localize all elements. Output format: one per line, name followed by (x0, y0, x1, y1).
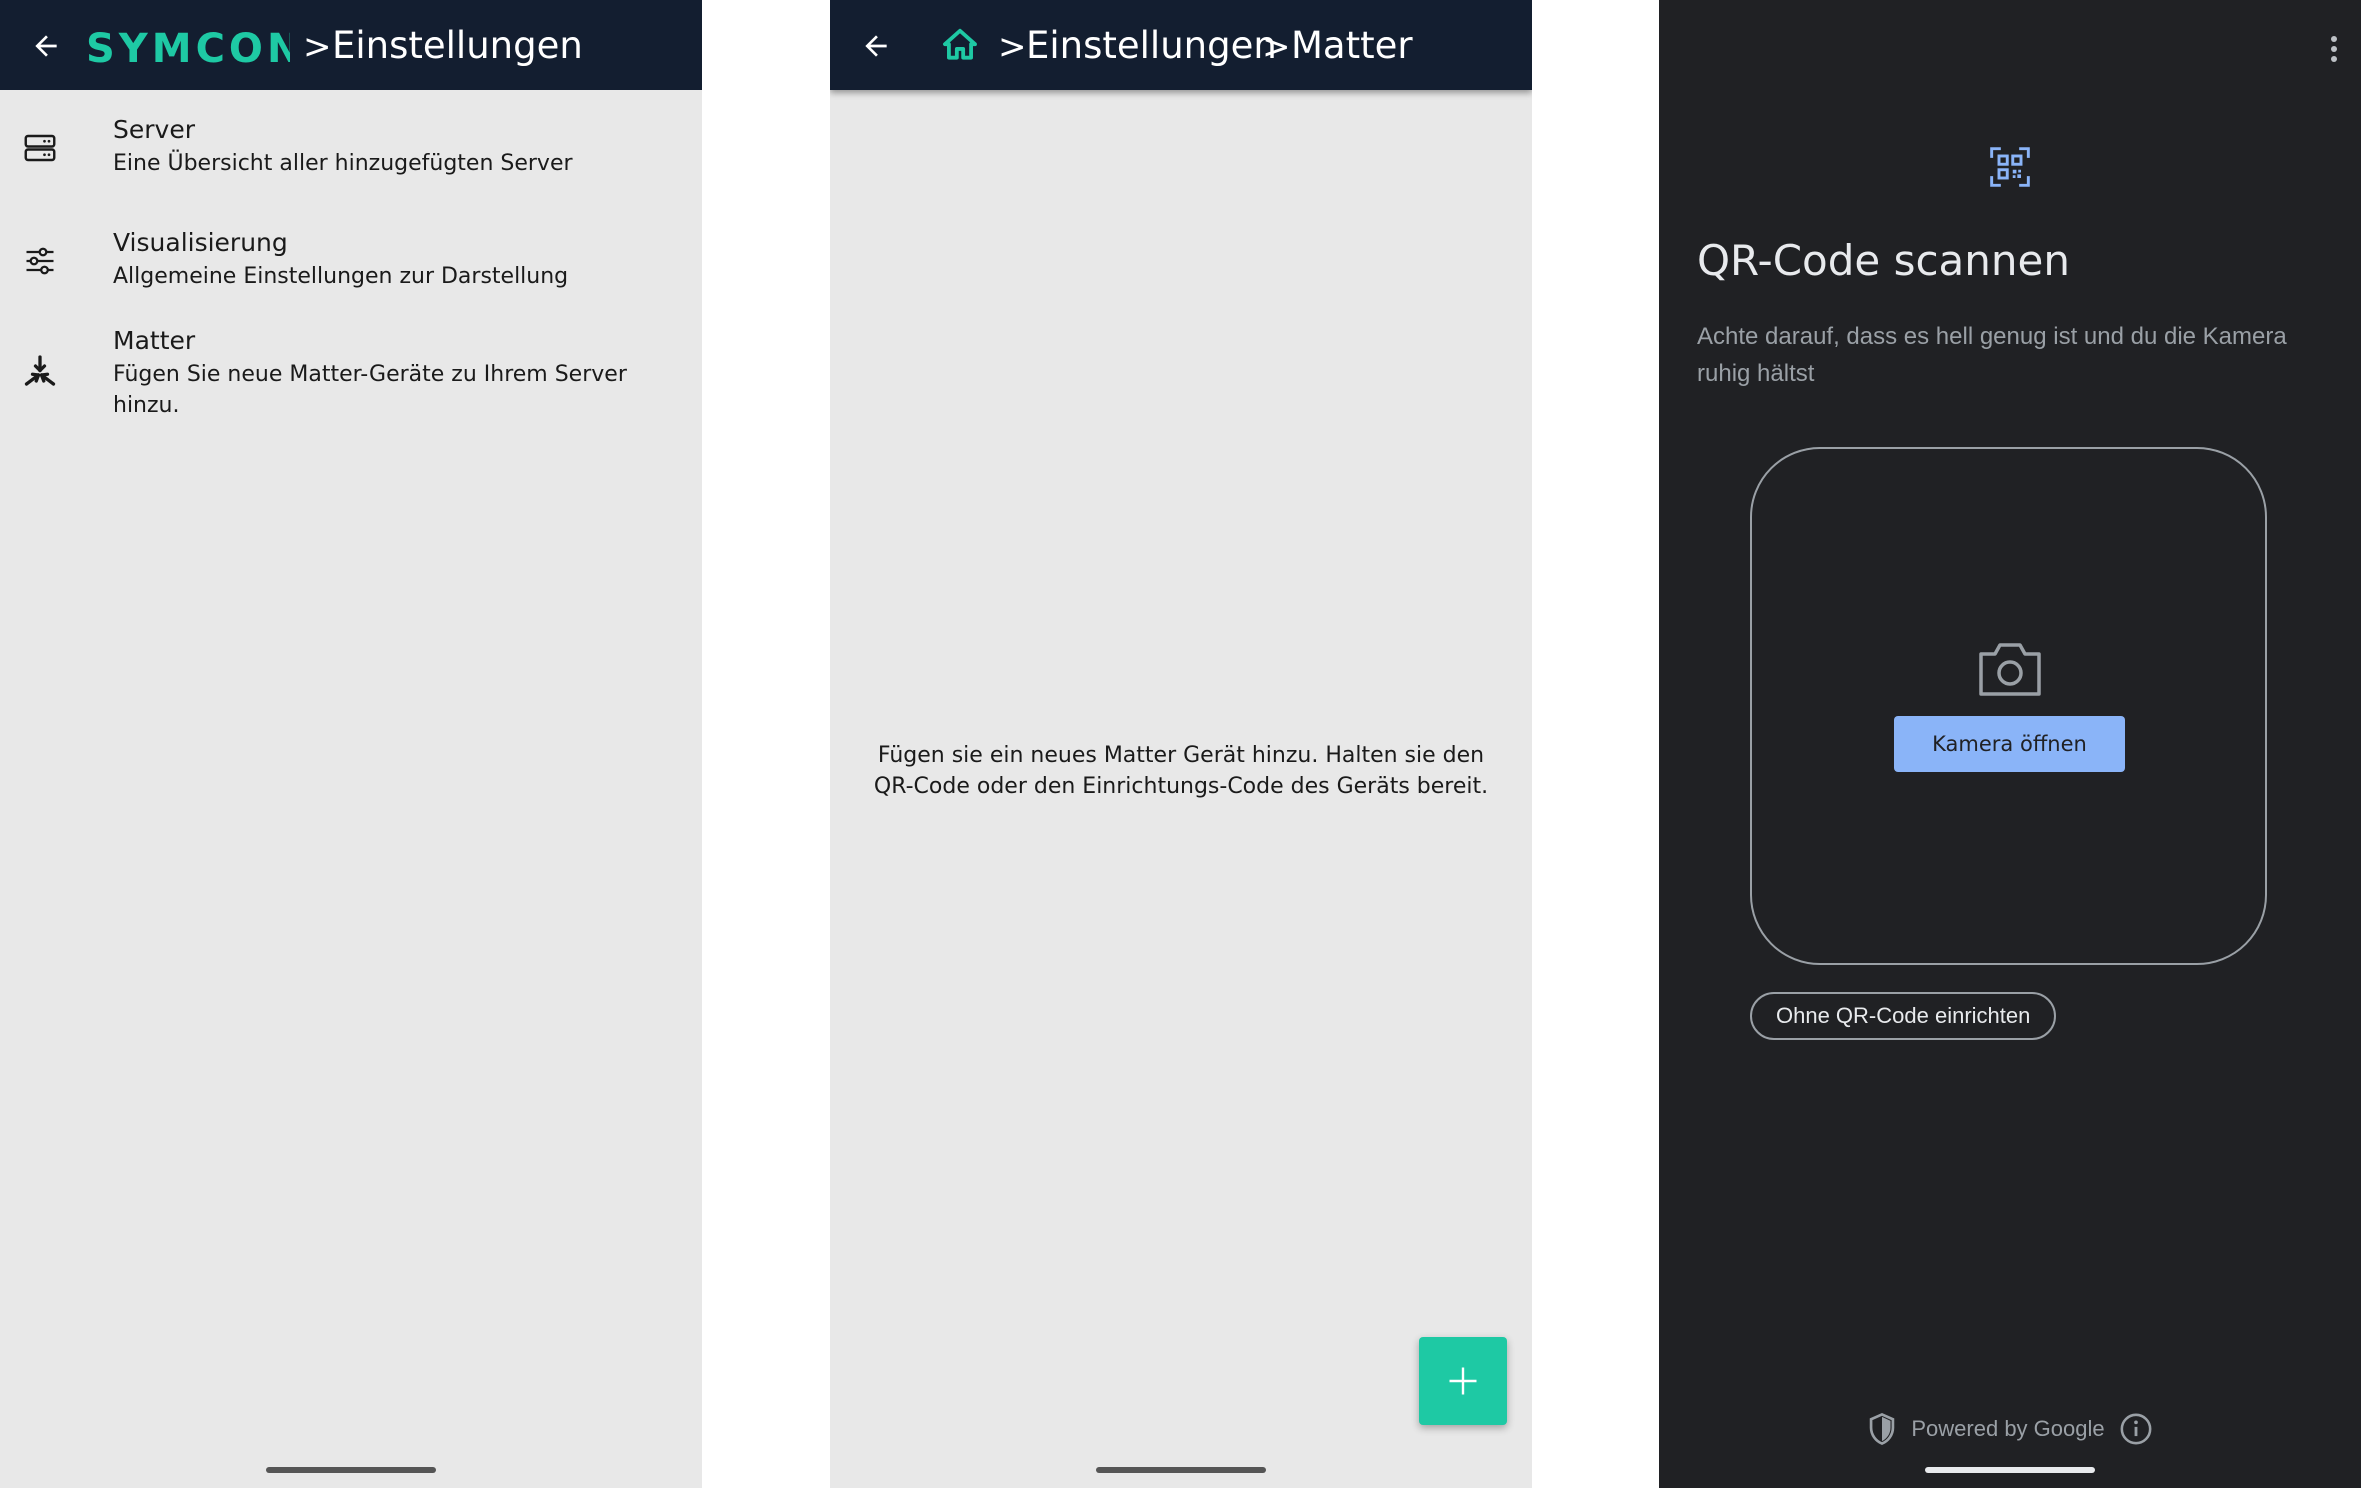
app-bar: SYMCON > Einstellungen (0, 0, 702, 90)
add-device-button[interactable] (1419, 1337, 1507, 1425)
breadcrumb-einstellungen[interactable]: Einstellungen (1026, 24, 1277, 67)
home-icon[interactable] (940, 26, 980, 64)
open-camera-button[interactable]: Kamera öffnen (1894, 716, 2125, 772)
menu-item-subtitle: Eine Übersicht aller hinzugefügten Serve… (113, 151, 573, 176)
back-arrow-icon[interactable] (860, 30, 892, 62)
page-title: QR-Code scannen (1697, 236, 2070, 285)
shield-icon (1870, 1412, 1895, 1446)
powered-by-label: Powered by Google (1911, 1416, 2105, 1441)
breadcrumb-separator: > (998, 27, 1027, 67)
settings-screen: SYMCON > Einstellungen Server Eine Übers… (0, 0, 702, 1488)
camera-icon (1979, 643, 2041, 696)
back-arrow-icon[interactable] (30, 30, 62, 62)
more-vert-icon[interactable] (2329, 34, 2339, 64)
sliders-icon (26, 247, 54, 275)
qr-code-scan-icon (1990, 147, 2030, 187)
camera-frame (1750, 447, 2267, 965)
powered-by-google: Powered by Google (1659, 1412, 2361, 1446)
menu-item-title: Matter (113, 326, 196, 355)
svg-text:SYMCON: SYMCON (86, 26, 290, 72)
home-indicator[interactable] (266, 1467, 436, 1473)
menu-item-subtitle: Fügen Sie neue Matter-Geräte zu Ihrem Se… (113, 362, 627, 418)
qr-scan-screen: QR-Code scannen Achte darauf, dass es he… (1659, 0, 2361, 1488)
info-icon[interactable] (2119, 1412, 2153, 1446)
breadcrumb-separator: > (303, 27, 332, 67)
menu-item-title: Visualisierung (113, 228, 288, 257)
app-bar: > Einstellungen > Matter (830, 0, 1532, 90)
matter-screen: > Einstellungen > Matter Fügen sie ein n… (830, 0, 1532, 1488)
breadcrumb-matter: Matter (1291, 24, 1413, 67)
symcon-logo: SYMCON (86, 26, 290, 72)
empty-state-message: Fügen sie ein neues Matter Gerät hinzu. … (873, 743, 1489, 799)
plus-icon (1449, 1367, 1477, 1395)
home-indicator[interactable] (1925, 1467, 2095, 1473)
home-indicator[interactable] (1096, 1467, 1266, 1473)
menu-item-subtitle: Allgemeine Einstellungen zur Darstellung (113, 264, 569, 289)
setup-without-qr-button[interactable]: Ohne QR-Code einrichten (1750, 992, 2057, 1040)
instruction-text: Achte darauf, dass es hell genug ist und… (1697, 323, 2287, 387)
page-title: Einstellungen (332, 24, 583, 67)
breadcrumb-separator: > (1262, 27, 1291, 67)
server-icon (24, 134, 56, 162)
matter-icon (24, 355, 56, 386)
menu-item-title: Server (113, 115, 195, 144)
